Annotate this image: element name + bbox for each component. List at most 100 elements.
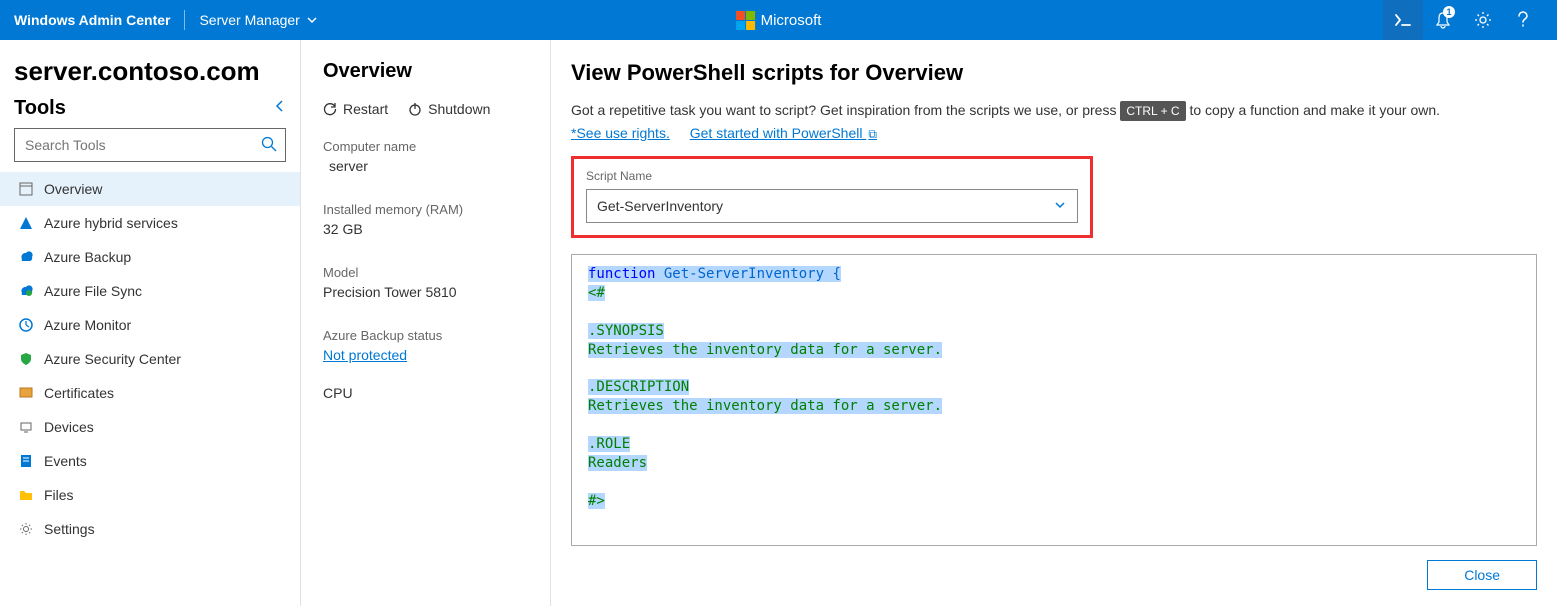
overview-actions: Restart Shutdown	[323, 101, 534, 117]
panel-title: View PowerShell scripts for Overview	[571, 60, 1537, 86]
computer-name-value: server	[323, 158, 534, 174]
model-block: Model Precision Tower 5810	[323, 265, 534, 300]
backup-icon	[18, 251, 34, 263]
help-icon	[1516, 11, 1530, 29]
shutdown-button[interactable]: Shutdown	[408, 101, 490, 117]
desc-text-1: Got a repetitive task you want to script…	[571, 102, 1120, 118]
kbd-shortcut: CTRL + C	[1120, 101, 1185, 121]
chevron-down-icon	[1053, 198, 1067, 215]
backup-status-link[interactable]: Not protected	[323, 347, 534, 363]
monitor-icon	[18, 318, 34, 332]
console-button[interactable]	[1383, 0, 1423, 40]
script-code-viewer[interactable]: function Get-ServerInventory { <# .SYNOP…	[571, 254, 1537, 546]
memory-block: Installed memory (RAM) 32 GB	[323, 202, 534, 237]
sidebar-item-label: Overview	[44, 181, 102, 197]
memory-label: Installed memory (RAM)	[323, 202, 534, 217]
sidebar-item-azure-monitor[interactable]: Azure Monitor	[0, 308, 300, 342]
power-icon	[408, 102, 422, 116]
sidebar-item-files[interactable]: Files	[0, 478, 300, 512]
top-header: Windows Admin Center Server Manager Micr…	[0, 0, 1557, 40]
tools-header: Tools	[0, 97, 300, 128]
filesync-icon	[18, 285, 34, 297]
chevron-down-icon	[306, 14, 318, 26]
script-name-dropdown[interactable]: Get-ServerInventory	[586, 189, 1078, 223]
console-icon	[1394, 13, 1412, 27]
sidebar-item-settings[interactable]: Settings	[0, 512, 300, 546]
script-name-label: Script Name	[586, 169, 1078, 183]
sidebar-item-label: Devices	[44, 419, 94, 435]
folder-icon	[18, 489, 34, 501]
sidebar-item-devices[interactable]: Devices	[0, 410, 300, 444]
overview-column: Overview Restart Shutdown Computer name …	[300, 40, 550, 606]
help-button[interactable]	[1503, 0, 1543, 40]
search-box[interactable]	[14, 128, 286, 162]
notifications-button[interactable]: 1	[1423, 0, 1463, 40]
devices-icon	[18, 420, 34, 434]
chevron-left-icon	[274, 99, 286, 113]
computer-name-label: Computer name	[323, 139, 534, 154]
shutdown-label: Shutdown	[428, 101, 490, 117]
context-label: Server Manager	[199, 12, 299, 28]
restart-icon	[323, 102, 337, 116]
notification-badge: 1	[1443, 6, 1455, 18]
gear-icon	[1474, 11, 1492, 29]
ps-link-label: Get started with PowerShell	[690, 125, 863, 141]
sidebar-item-azure-backup[interactable]: Azure Backup	[0, 240, 300, 274]
overview-icon	[18, 182, 34, 196]
divider	[184, 10, 185, 30]
memory-value: 32 GB	[323, 221, 534, 237]
see-use-rights-link[interactable]: *See use rights.	[571, 125, 670, 141]
search-wrap	[0, 128, 300, 172]
settings-button[interactable]	[1463, 0, 1503, 40]
panel-footer: Close	[571, 560, 1537, 590]
panel-description: Got a repetitive task you want to script…	[571, 100, 1537, 121]
sidebar-item-label: Azure File Sync	[44, 283, 142, 299]
shield-icon	[18, 352, 34, 366]
sidebar-item-label: Azure hybrid services	[44, 215, 178, 231]
sidebar-item-label: Azure Backup	[44, 249, 131, 265]
sidebar-item-label: Settings	[44, 521, 95, 537]
backup-block: Azure Backup status Not protected	[323, 328, 534, 363]
collapse-tools-button[interactable]	[274, 99, 286, 118]
sidebar-item-azure-file-sync[interactable]: Azure File Sync	[0, 274, 300, 308]
sidebar-item-azure-hybrid[interactable]: Azure hybrid services	[0, 206, 300, 240]
script-name-highlight: Script Name Get-ServerInventory	[571, 156, 1093, 238]
sidebar-item-azure-security[interactable]: Azure Security Center	[0, 342, 300, 376]
header-left: Windows Admin Center Server Manager	[14, 10, 318, 30]
sidebar-item-label: Files	[44, 487, 74, 503]
computer-name-block: Computer name server	[323, 139, 534, 174]
brand-label: Microsoft	[761, 12, 822, 29]
model-value: Precision Tower 5810	[323, 284, 534, 300]
search-icon	[261, 136, 277, 155]
azure-icon	[18, 216, 34, 230]
gear-icon	[18, 522, 34, 536]
sidebar-item-certificates[interactable]: Certificates	[0, 376, 300, 410]
tool-list[interactable]: Overview Azure hybrid services Azure Bac…	[0, 172, 300, 606]
sidebar-item-label: Events	[44, 453, 87, 469]
sidebar-item-events[interactable]: Events	[0, 444, 300, 478]
desc-text-2: to copy a function and make it your own.	[1186, 102, 1440, 118]
external-link-icon: ⧉	[868, 127, 877, 141]
sidebar-item-label: Azure Monitor	[44, 317, 131, 333]
tools-heading: Tools	[14, 97, 66, 120]
certificate-icon	[18, 386, 34, 400]
powershell-panel: View PowerShell scripts for Overview Got…	[550, 40, 1557, 606]
close-button[interactable]: Close	[1427, 560, 1537, 590]
script-name-selected: Get-ServerInventory	[597, 198, 723, 214]
restart-button[interactable]: Restart	[323, 101, 388, 117]
sidebar-item-overview[interactable]: Overview	[0, 172, 300, 206]
brand: Microsoft	[736, 11, 822, 30]
cpu-label: CPU	[323, 385, 534, 401]
header-right: 1	[1383, 0, 1543, 40]
body: server.contoso.com Tools Overview Azure	[0, 40, 1557, 606]
server-name: server.contoso.com	[0, 40, 300, 97]
app-title[interactable]: Windows Admin Center	[14, 12, 170, 28]
left-column: server.contoso.com Tools Overview Azure	[0, 40, 300, 606]
search-input[interactable]	[15, 137, 285, 153]
restart-label: Restart	[343, 101, 388, 117]
sidebar-item-label: Azure Security Center	[44, 351, 181, 367]
backup-label: Azure Backup status	[323, 328, 534, 343]
panel-links: *See use rights. Get started with PowerS…	[571, 125, 1537, 142]
context-dropdown[interactable]: Server Manager	[199, 12, 317, 28]
get-started-powershell-link[interactable]: Get started with PowerShell ⧉	[690, 125, 877, 141]
